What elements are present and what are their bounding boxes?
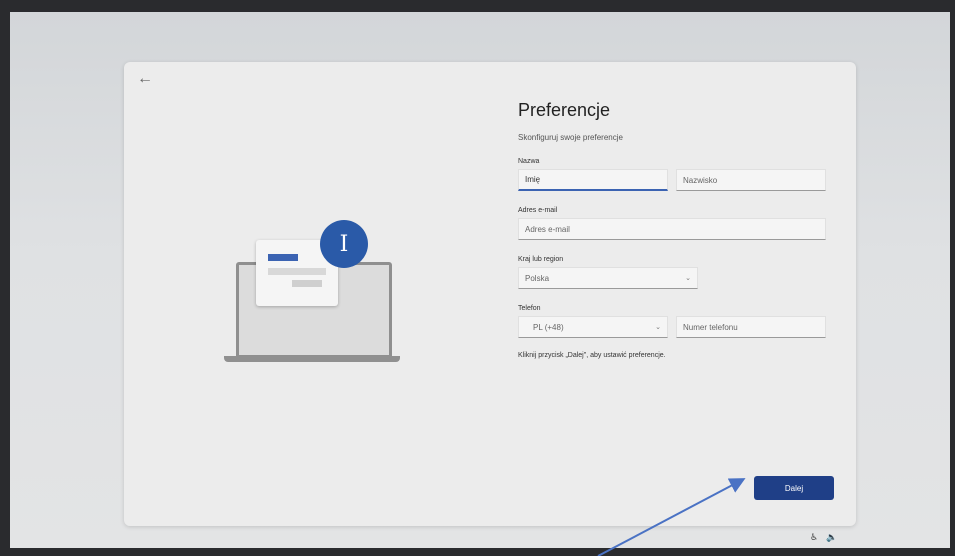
oobe-screen: ← I Preferencje Skonfiguruj swoje prefer… — [10, 12, 950, 548]
page-title: Preferencje — [518, 100, 611, 120]
chevron-down-icon: ⌄ — [655, 324, 661, 331]
name-row: Imię Nazwisko — [518, 169, 828, 191]
volume-icon[interactable]: 🔈 — [826, 532, 837, 543]
card-line — [268, 254, 298, 261]
phone-label: Telefon — [518, 305, 541, 312]
preferences-form: Preferencje Skonfiguruj swoje preferencj… — [518, 100, 828, 359]
name-label: Nazwa — [518, 158, 540, 165]
first-name-input[interactable]: Imię — [518, 169, 668, 191]
last-name-input[interactable]: Nazwisko — [676, 169, 826, 191]
country-value: Polska — [525, 273, 550, 283]
hint-text: Kliknij przycisk „Dalej", aby ustawić pr… — [518, 352, 666, 359]
card-line — [268, 268, 326, 275]
laptop-illustration: I — [224, 220, 404, 370]
phone-prefix-select[interactable]: PL (+48) ⌄ — [518, 316, 668, 338]
system-tray: ♿ 🔈 — [810, 530, 850, 544]
country-label: Kraj lub region — [518, 256, 564, 263]
arrow-left-icon[interactable]: ← — [134, 68, 156, 90]
setup-dialog: ← I Preferencje Skonfiguruj swoje prefer… — [124, 62, 856, 526]
phone-prefix-value: PL (+48) — [533, 322, 564, 332]
laptop-base-shape — [224, 356, 400, 362]
accessibility-icon[interactable]: ♿ — [810, 532, 818, 543]
phone-row: PL (+48) ⌄ Numer telefonu — [518, 316, 828, 338]
page-subtitle: Skonfiguruj swoje preferencje — [518, 133, 623, 142]
country-select[interactable]: Polska ⌄ — [518, 267, 698, 289]
text-cursor-bubble-icon: I — [320, 220, 368, 268]
chevron-down-icon: ⌄ — [685, 275, 691, 282]
phone-number-input[interactable]: Numer telefonu — [676, 316, 826, 338]
next-button[interactable]: Dalej — [754, 476, 834, 500]
email-input[interactable]: Adres e-mail — [518, 218, 826, 240]
email-label: Adres e-mail — [518, 207, 558, 214]
card-line — [292, 280, 322, 287]
